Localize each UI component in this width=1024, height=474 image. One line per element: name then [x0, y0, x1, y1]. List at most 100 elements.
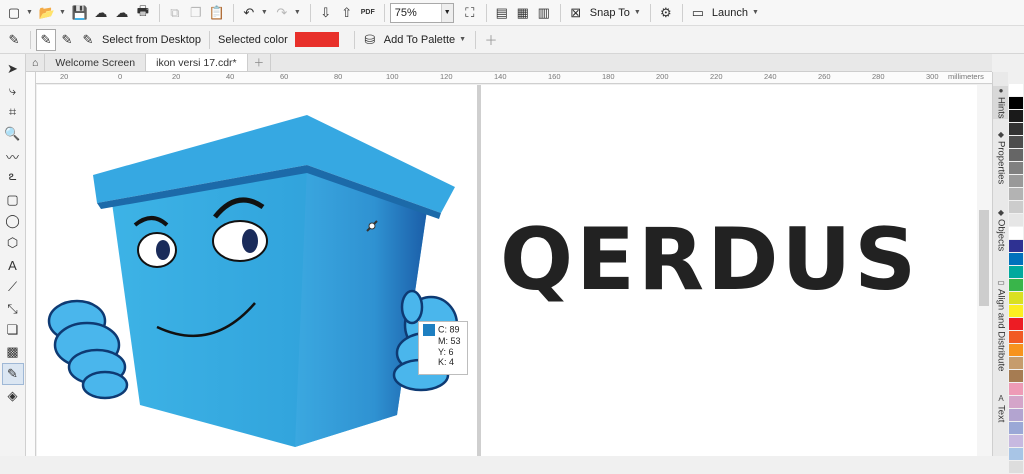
eyedropper-tool-icon[interactable]: ✎ [4, 29, 24, 51]
palette-swatch[interactable] [1009, 188, 1023, 201]
palette-swatch[interactable] [1009, 253, 1023, 266]
palette-swatch[interactable] [1009, 84, 1023, 97]
show-guidelines-icon[interactable]: ▥ [534, 2, 554, 24]
chevron-down-icon[interactable]: ▼ [459, 36, 466, 43]
scrollbar-thumb[interactable] [979, 210, 989, 306]
palette-swatch[interactable] [1009, 149, 1023, 162]
apply-color-icon[interactable]: ✎ [57, 29, 77, 51]
palette-swatch[interactable] [1009, 227, 1023, 240]
palette-swatch[interactable] [1009, 383, 1023, 396]
horizontal-ruler[interactable]: 20 0 20 40 60 80 100 120 140 160 180 200… [36, 72, 992, 84]
new-tab-icon[interactable]: ＋ [248, 54, 272, 71]
palette-swatch[interactable] [1009, 97, 1023, 110]
cloud-icon[interactable]: ☁ [91, 2, 111, 24]
snap-icon[interactable]: ⊠ [566, 2, 586, 24]
trash-bin-character-illustration[interactable] [37, 85, 477, 456]
new-document-icon[interactable]: ▢ [4, 2, 24, 24]
select-from-desktop-button[interactable]: Select from Desktop [102, 34, 201, 46]
palette-swatch[interactable] [1009, 422, 1023, 435]
drawing-canvas[interactable]: C: 89 M: 53 Y: 6 K: 4 QERDUS [37, 85, 992, 456]
sample-color-icon[interactable]: ✎ [36, 28, 56, 51]
paint-bucket-icon[interactable]: ⛁ [360, 29, 380, 51]
palette-swatch[interactable] [1009, 136, 1023, 149]
show-grid-icon[interactable]: ▦ [513, 2, 533, 24]
add-icon[interactable]: ＋ [481, 29, 501, 51]
snap-to-button[interactable]: Snap To [590, 7, 630, 19]
vertical-scrollbar[interactable] [977, 85, 992, 456]
crop-tool-icon[interactable]: ⌗ [2, 102, 24, 124]
text-tool-icon[interactable]: A [2, 254, 24, 276]
shape-tool-icon[interactable]: ⤷ [2, 80, 24, 102]
palette-swatch[interactable] [1009, 266, 1023, 279]
cut-icon[interactable]: ⧉ [165, 2, 185, 24]
palette-swatch[interactable] [1009, 357, 1023, 370]
undo-dropdown-icon[interactable]: ▼ [261, 9, 268, 16]
show-rulers-icon[interactable]: ▤ [492, 2, 512, 24]
transparency-tool-icon[interactable]: ▩ [2, 341, 24, 363]
rectangle-tool-icon[interactable]: ▢ [2, 189, 24, 211]
palette-swatch[interactable] [1009, 175, 1023, 188]
palette-swatch[interactable] [1009, 240, 1023, 253]
select-from-desktop-icon[interactable]: ✎ [78, 29, 98, 51]
options-gear-icon[interactable]: ⚙ [656, 2, 676, 24]
palette-swatch[interactable] [1009, 448, 1023, 461]
home-icon[interactable]: ⌂ [26, 54, 46, 71]
polygon-tool-icon[interactable]: ⬡ [2, 232, 24, 254]
docker-tab-align-distribute[interactable]: ▭ Align and Distribute [993, 278, 1009, 371]
launch-button[interactable]: Launch [712, 7, 748, 19]
add-to-palette-button[interactable]: Add To Palette [384, 34, 455, 46]
palette-swatch[interactable] [1009, 435, 1023, 448]
palette-swatch[interactable] [1009, 279, 1023, 292]
palette-swatch[interactable] [1009, 110, 1023, 123]
drop-shadow-tool-icon[interactable]: ❏ [2, 320, 24, 342]
interactive-fill-tool-icon[interactable]: ◈ [2, 385, 24, 407]
palette-swatch[interactable] [1009, 305, 1023, 318]
save-icon[interactable]: 💾 [70, 2, 90, 24]
tab-document[interactable]: ikon versi 17.cdr* [146, 54, 248, 71]
export-icon[interactable]: ⇧ [337, 2, 357, 24]
chevron-down-icon[interactable]: ▼ [634, 9, 641, 16]
artistic-media-tool-icon[interactable]: ఽ [2, 167, 24, 189]
import-icon[interactable]: ⇩ [316, 2, 336, 24]
paste-icon[interactable]: 📋 [207, 2, 227, 24]
cloud-upload-icon[interactable]: ☁ [112, 2, 132, 24]
palette-swatch[interactable] [1009, 396, 1023, 409]
freehand-tool-icon[interactable]: 〰 [2, 145, 24, 167]
palette-swatch[interactable] [1009, 123, 1023, 136]
docker-tab-hints[interactable]: ● Hints [993, 86, 1009, 119]
palette-swatch[interactable] [1009, 214, 1023, 227]
ellipse-tool-icon[interactable]: ◯ [2, 211, 24, 233]
palette-swatch[interactable] [1009, 292, 1023, 305]
undo-icon[interactable]: ↶ [239, 2, 259, 24]
palette-swatch[interactable] [1009, 344, 1023, 357]
palette-swatch[interactable] [1009, 409, 1023, 422]
full-screen-icon[interactable]: ⛶ [460, 2, 480, 24]
connector-tool-icon[interactable]: ⤡ [2, 298, 24, 320]
tab-welcome-screen[interactable]: Welcome Screen [45, 54, 147, 71]
open-folder-icon[interactable]: 📂 [37, 2, 57, 24]
chevron-down-icon[interactable]: ▼ [752, 9, 759, 16]
zoom-level-combo[interactable]: 75% ▼ [389, 2, 454, 23]
palette-swatch[interactable] [1009, 201, 1023, 214]
docker-tab-objects[interactable]: ◆ Objects [993, 208, 1009, 251]
open-dropdown-icon[interactable]: ▼ [59, 9, 66, 16]
redo-icon[interactable]: ↷ [272, 2, 292, 24]
palette-swatch[interactable] [1009, 318, 1023, 331]
new-dropdown-icon[interactable]: ▼ [26, 9, 33, 16]
vertical-ruler[interactable] [26, 72, 36, 456]
redo-dropdown-icon[interactable]: ▼ [294, 9, 301, 16]
docker-tab-text[interactable]: A Text [993, 394, 1009, 422]
palette-swatch[interactable] [1009, 461, 1023, 474]
qerdus-logo-text[interactable]: QERDUS [500, 217, 919, 303]
copy-icon[interactable]: ❐ [186, 2, 206, 24]
palette-swatch[interactable] [1009, 162, 1023, 175]
pick-tool-icon[interactable]: ➤ [2, 58, 24, 80]
launch-icon[interactable]: ▭ [688, 2, 708, 24]
selected-color-swatch[interactable] [294, 32, 339, 47]
palette-swatch[interactable] [1009, 331, 1023, 344]
color-eyedropper-tool-icon[interactable]: ✎ [1, 363, 24, 385]
zoom-tool-icon[interactable]: 🔍 [2, 123, 24, 145]
palette-swatch[interactable] [1009, 370, 1023, 383]
chevron-down-icon[interactable]: ▼ [440, 3, 453, 22]
docker-tab-properties[interactable]: ◆ Properties [993, 130, 1009, 184]
